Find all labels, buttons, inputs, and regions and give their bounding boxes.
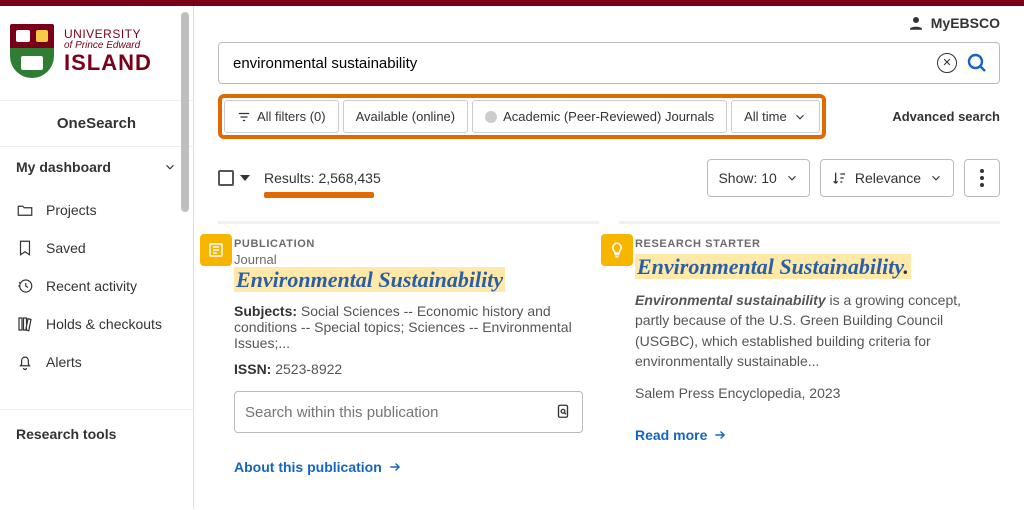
sidebar-item-saved[interactable]: Saved bbox=[0, 229, 193, 267]
publication-type: Journal bbox=[234, 252, 583, 267]
sidebar-scrollbar[interactable] bbox=[181, 12, 191, 392]
search-box: ✕ bbox=[218, 42, 1000, 84]
sidebar-item-holds[interactable]: Holds & checkouts bbox=[0, 305, 193, 343]
sidebar-item-recent[interactable]: Recent activity bbox=[0, 267, 193, 305]
chevron-down-icon bbox=[929, 171, 943, 185]
about-publication-link[interactable]: About this publication bbox=[234, 459, 402, 475]
history-icon bbox=[16, 277, 34, 295]
chevron-down-icon bbox=[785, 171, 799, 185]
chevron-down-icon bbox=[793, 110, 807, 124]
sidebar-item-projects[interactable]: Projects bbox=[0, 191, 193, 229]
read-more-link[interactable]: Read more bbox=[635, 427, 727, 443]
sidebar-item-label: Alerts bbox=[46, 354, 82, 370]
shield-icon bbox=[10, 24, 54, 78]
starter-source: Salem Press Encyclopedia, 2023 bbox=[635, 385, 984, 401]
account-menu[interactable]: MyEBSCO bbox=[907, 14, 1000, 32]
chevron-down-icon bbox=[163, 160, 177, 174]
date-range-chip[interactable]: All time bbox=[731, 100, 820, 133]
institution-logo: UNIVERSITY of Prince Edward ISLAND bbox=[0, 6, 193, 100]
select-label: Show: 10 bbox=[718, 170, 776, 186]
clear-search-button[interactable]: ✕ bbox=[937, 53, 957, 73]
bell-icon bbox=[16, 353, 34, 371]
chip-label: Available (online) bbox=[356, 109, 456, 124]
dashboard-section-toggle[interactable]: My dashboard bbox=[0, 146, 193, 187]
chip-label: All filters (0) bbox=[257, 109, 326, 124]
subjects-line: Subjects: Social Sciences -- Economic hi… bbox=[234, 303, 583, 351]
starter-description: Environmental sustainability is a growin… bbox=[635, 290, 984, 371]
main-content: MyEBSCO ✕ All filters (0) Available (onl… bbox=[194, 6, 1024, 509]
account-label: MyEBSCO bbox=[931, 15, 1000, 31]
left-sidebar: UNIVERSITY of Prince Edward ISLAND OneSe… bbox=[0, 6, 194, 509]
filter-icon bbox=[237, 110, 251, 124]
highlight-underline bbox=[264, 192, 374, 198]
chip-label: Academic (Peer-Reviewed) Journals bbox=[503, 109, 714, 124]
sort-icon bbox=[831, 170, 847, 186]
publication-card: PUBLICATION Journal Environmental Sustai… bbox=[218, 221, 599, 485]
search-within-box bbox=[234, 391, 583, 433]
issn-line: ISSN: 2523-8922 bbox=[234, 361, 583, 377]
person-icon bbox=[907, 14, 925, 32]
card-type-tag: PUBLICATION bbox=[234, 238, 583, 250]
advanced-search-link[interactable]: Advanced search bbox=[892, 109, 1000, 124]
bookmark-icon bbox=[16, 239, 34, 257]
books-icon bbox=[16, 315, 34, 333]
sidebar-item-label: Holds & checkouts bbox=[46, 316, 162, 332]
research-tools-section[interactable]: Research tools bbox=[0, 409, 193, 458]
product-name: OneSearch bbox=[0, 100, 193, 146]
search-within-input[interactable] bbox=[245, 404, 546, 421]
search-icon[interactable] bbox=[965, 51, 989, 75]
arrow-right-icon bbox=[388, 460, 402, 474]
card-type-tag: RESEARCH STARTER bbox=[635, 238, 984, 250]
filter-chips-highlight: All filters (0) Available (online) Acade… bbox=[218, 94, 826, 139]
sidebar-item-label: Saved bbox=[46, 240, 86, 256]
research-starter-card: RESEARCH STARTER Environmental Sustainab… bbox=[619, 221, 1000, 453]
search-input[interactable] bbox=[233, 55, 929, 72]
publication-title-link[interactable]: Environmental Sustainability bbox=[234, 267, 505, 292]
select-label: Relevance bbox=[855, 170, 921, 186]
sidebar-item-label: Projects bbox=[46, 202, 97, 218]
brand-line1: UNIVERSITY bbox=[64, 28, 152, 41]
sort-select[interactable]: Relevance bbox=[820, 159, 954, 197]
chip-label: All time bbox=[744, 109, 787, 124]
results-count: Results: 2,568,435 bbox=[264, 170, 381, 186]
publication-icon bbox=[200, 234, 232, 266]
all-filters-chip[interactable]: All filters (0) bbox=[224, 100, 339, 133]
available-online-chip[interactable]: Available (online) bbox=[343, 100, 469, 133]
sidebar-item-label: Recent activity bbox=[46, 278, 137, 294]
starter-title-link[interactable]: Environmental Sustainability bbox=[635, 254, 911, 279]
brand-line3: ISLAND bbox=[64, 51, 152, 74]
document-search-icon[interactable] bbox=[554, 403, 572, 421]
arrow-right-icon bbox=[713, 428, 727, 442]
peer-reviewed-chip[interactable]: Academic (Peer-Reviewed) Journals bbox=[472, 100, 727, 133]
disabled-dot-icon bbox=[485, 111, 497, 123]
sidebar-item-alerts[interactable]: Alerts bbox=[0, 343, 193, 381]
select-all-checkbox[interactable] bbox=[218, 170, 234, 186]
lightbulb-icon bbox=[601, 234, 633, 266]
folder-icon bbox=[16, 201, 34, 219]
show-per-page-select[interactable]: Show: 10 bbox=[707, 159, 809, 197]
select-all-dropdown[interactable] bbox=[240, 175, 250, 181]
more-actions-button[interactable] bbox=[964, 159, 1000, 197]
dashboard-label: My dashboard bbox=[16, 159, 111, 175]
